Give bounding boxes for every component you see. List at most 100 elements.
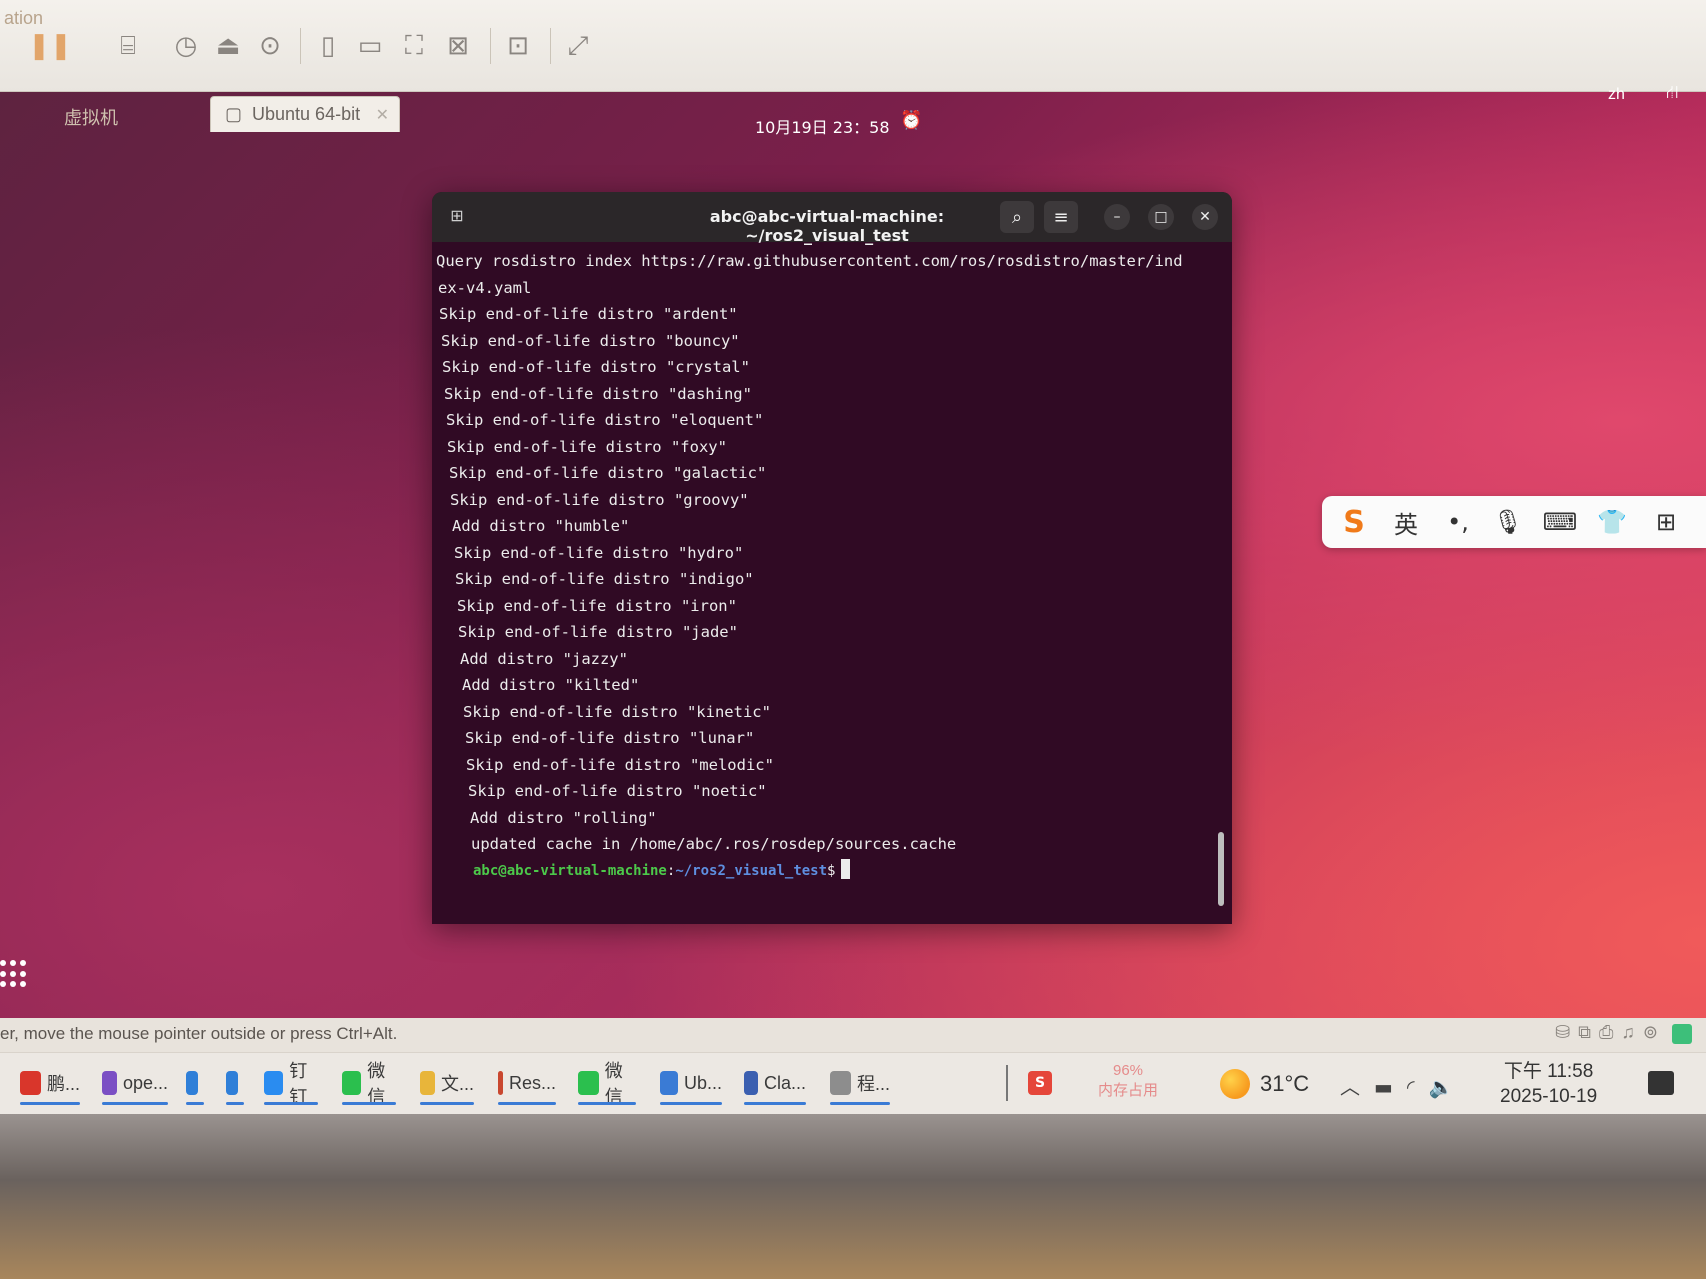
sogou-ime-toolbar[interactable]: S 英 •, 🎙 ⌨ 👕 ⊞ xyxy=(1322,496,1706,548)
minimize-icon[interactable]: – xyxy=(1104,204,1130,230)
vm-tab-ubuntu[interactable]: ▢ Ubuntu 64-bit ✕ xyxy=(210,96,400,132)
sidebar-icon[interactable]: ▯ xyxy=(308,26,348,66)
running-indicator xyxy=(744,1102,806,1105)
taskbar-clock[interactable]: 下午 11:58 2025-10-19 xyxy=(1500,1059,1597,1109)
fullscreen-icon[interactable]: ⤢ xyxy=(558,26,598,66)
sogou-logo[interactable]: S xyxy=(1334,504,1374,540)
text-cursor xyxy=(841,858,851,879)
running-indicator xyxy=(20,1102,80,1105)
restore-icon[interactable]: ⏏ xyxy=(208,26,248,66)
toolbox-icon[interactable]: ⊞ xyxy=(1646,504,1686,540)
terminal-line: Query rosdistro index https://raw.github… xyxy=(436,252,1183,270)
taskbar-item[interactable]: Ub... xyxy=(654,1061,728,1105)
taskbar-item[interactable] xyxy=(220,1061,250,1105)
taskbar-item[interactable]: 微信 xyxy=(336,1061,402,1107)
memory-widget[interactable]: 96% 内存占用 xyxy=(1088,1061,1168,1101)
terminal-line: Add distro "rolling" xyxy=(470,808,657,827)
taskbar-item-label: 鹏... xyxy=(46,1074,80,1094)
taskbar-item[interactable]: 程... xyxy=(824,1061,896,1105)
windows-taskbar: 鹏... ope... 钉钉 微信 文... Res... 微信 Ub... Cla... 程..… xyxy=(0,1052,1706,1114)
taskbar-item[interactable]: ope... xyxy=(96,1061,174,1105)
prompt-path: ~/ros2_visual_test xyxy=(675,862,828,879)
vscode-icon xyxy=(226,1071,238,1095)
unity-icon[interactable]: ⊠ xyxy=(438,26,478,66)
volume-icon[interactable]: 🔈 xyxy=(1429,1075,1468,1099)
terminal-scrollbar[interactable] xyxy=(1218,832,1224,906)
pause-icon[interactable]: ❚❚ xyxy=(28,26,72,66)
fit-guest-icon[interactable]: ⛶ xyxy=(394,26,434,66)
weather-icon xyxy=(1220,1069,1250,1099)
terminal-output[interactable]: Query rosdistro index https://raw.github… xyxy=(436,248,1206,918)
claude-icon xyxy=(744,1071,758,1095)
terminal-line: Skip end-of-life distro "galactic" xyxy=(449,464,767,482)
terminal-title: abc@abc-virtual-machine: ~/ros2_visual_t… xyxy=(709,207,945,245)
terminal-line: Skip end-of-life distro "eloquent" xyxy=(446,411,764,429)
terminal-icon[interactable]: ⊡ xyxy=(498,26,538,66)
terminal-line: Skip end-of-life distro "ardent" xyxy=(439,305,738,323)
taskbar-date: 2025-10-19 xyxy=(1500,1086,1598,1107)
snapshot-icon[interactable]: ◷ xyxy=(166,26,206,66)
taskbar-item[interactable]: 微信 xyxy=(572,1061,642,1107)
vm-message-icon[interactable] xyxy=(1672,1024,1692,1044)
microphone-icon[interactable]: 🎙 xyxy=(1488,504,1528,540)
new-tab-icon[interactable]: ⊞ xyxy=(446,206,468,228)
weather-widget[interactable]: 31°C xyxy=(1220,1069,1309,1099)
taskbar-item[interactable]: Cla... xyxy=(738,1061,812,1105)
prompt-symbol: $ xyxy=(827,862,836,879)
vm-tab-strip: 虚拟机 ▢ Ubuntu 64-bit ✕ xyxy=(0,92,1706,132)
terminal-line: updated cache in /home/abc/.ros/rosdep/s… xyxy=(471,835,957,853)
wifi-icon[interactable]: ◜ xyxy=(1407,1075,1429,1099)
terminal-prompt[interactable]: abc@abc-virtual-machine:~/ros2_visual_te… xyxy=(436,858,1206,885)
close-tab-icon[interactable]: ✕ xyxy=(376,105,389,125)
skin-icon[interactable]: 👕 xyxy=(1592,504,1632,540)
sogou-icon: S xyxy=(1028,1071,1052,1095)
punctuation-icon[interactable]: •, xyxy=(1438,504,1478,540)
wechat-icon xyxy=(578,1071,599,1095)
menu-icon[interactable]: ≡ xyxy=(1044,201,1078,233)
ime-mode-toggle[interactable]: 英 xyxy=(1386,504,1426,540)
taskbar-item-label: Cla... xyxy=(763,1072,806,1093)
running-indicator xyxy=(186,1102,204,1105)
system-tray[interactable]: ︿▬◜🔈 xyxy=(1340,1071,1468,1100)
vm-device-icons[interactable]: ⛁⧉⎙♫⊚ xyxy=(1555,1022,1666,1043)
battery-icon[interactable]: ▬ xyxy=(1374,1075,1407,1099)
wechat-icon xyxy=(342,1071,362,1095)
running-indicator xyxy=(102,1102,168,1105)
sogou-tray-button[interactable]: S xyxy=(1022,1061,1058,1105)
search-icon[interactable]: ⌕ xyxy=(1000,201,1034,233)
taskbar-item[interactable] xyxy=(180,1061,210,1105)
vm-status-bar: er, move the mouse pointer outside or pr… xyxy=(0,1018,1706,1052)
visual-studio-icon xyxy=(102,1071,117,1095)
close-icon[interactable]: ✕ xyxy=(1192,204,1218,230)
chevron-up-icon[interactable]: ︿ xyxy=(1340,1075,1374,1099)
network-icon[interactable]: ⌸ xyxy=(108,26,148,66)
show-apps-icon[interactable] xyxy=(0,960,28,988)
taskbar-item[interactable]: 文... xyxy=(414,1061,480,1105)
notification-icon[interactable] xyxy=(1648,1071,1674,1095)
taskbar-item-label: 文... xyxy=(440,1074,474,1094)
taskbar-time: 下午 11:58 xyxy=(1503,1061,1594,1082)
keyboard-icon[interactable]: ⌨ xyxy=(1540,504,1580,540)
vm-tab-ghost[interactable]: 虚拟机 xyxy=(50,96,200,132)
ubuntu-desktop: 10月19日 23：58 ⏰ zh ⛙ ⊞ abc@abc-virtual-ma… xyxy=(0,82,1706,1032)
taskbar-item[interactable]: 钉钉 xyxy=(258,1061,324,1107)
terminal-line: Skip end-of-life distro "lunar" xyxy=(465,729,755,747)
snapshot-manager-icon[interactable]: ⊙ xyxy=(250,26,290,66)
maximize-icon[interactable]: □ xyxy=(1148,204,1174,230)
running-indicator xyxy=(420,1102,474,1105)
terminal-line: Skip end-of-life distro "groovy" xyxy=(450,490,749,509)
vm-toolbar: ation ❚❚ ⌸ ◷ ⏏ ⊙ ▯ ▭ ⛶ ⊠ ⊡ ⤢ xyxy=(0,0,1706,92)
terminal-window[interactable]: ⊞ abc@abc-virtual-machine: ~/ros2_visual… xyxy=(432,192,1232,924)
taskbar-item-label: 程... xyxy=(856,1074,890,1094)
taskbar-item[interactable]: Res... xyxy=(492,1061,562,1105)
taskbar-divider xyxy=(1006,1065,1008,1101)
terminal-line: Skip end-of-life distro "kinetic" xyxy=(463,702,771,721)
taskbar-item[interactable]: 鹏... xyxy=(14,1061,86,1105)
vm-status-message: er, move the mouse pointer outside or pr… xyxy=(0,1024,398,1043)
running-indicator xyxy=(226,1102,244,1105)
terminal-line: Skip end-of-life distro "crystal" xyxy=(442,358,750,376)
console-icon[interactable]: ▭ xyxy=(350,26,390,66)
terminal-line: Skip end-of-life distro "iron" xyxy=(457,596,737,615)
terminal-headerbar[interactable]: ⊞ abc@abc-virtual-machine: ~/ros2_visual… xyxy=(432,192,1232,245)
taskbar-item-label: Ub... xyxy=(683,1072,722,1093)
